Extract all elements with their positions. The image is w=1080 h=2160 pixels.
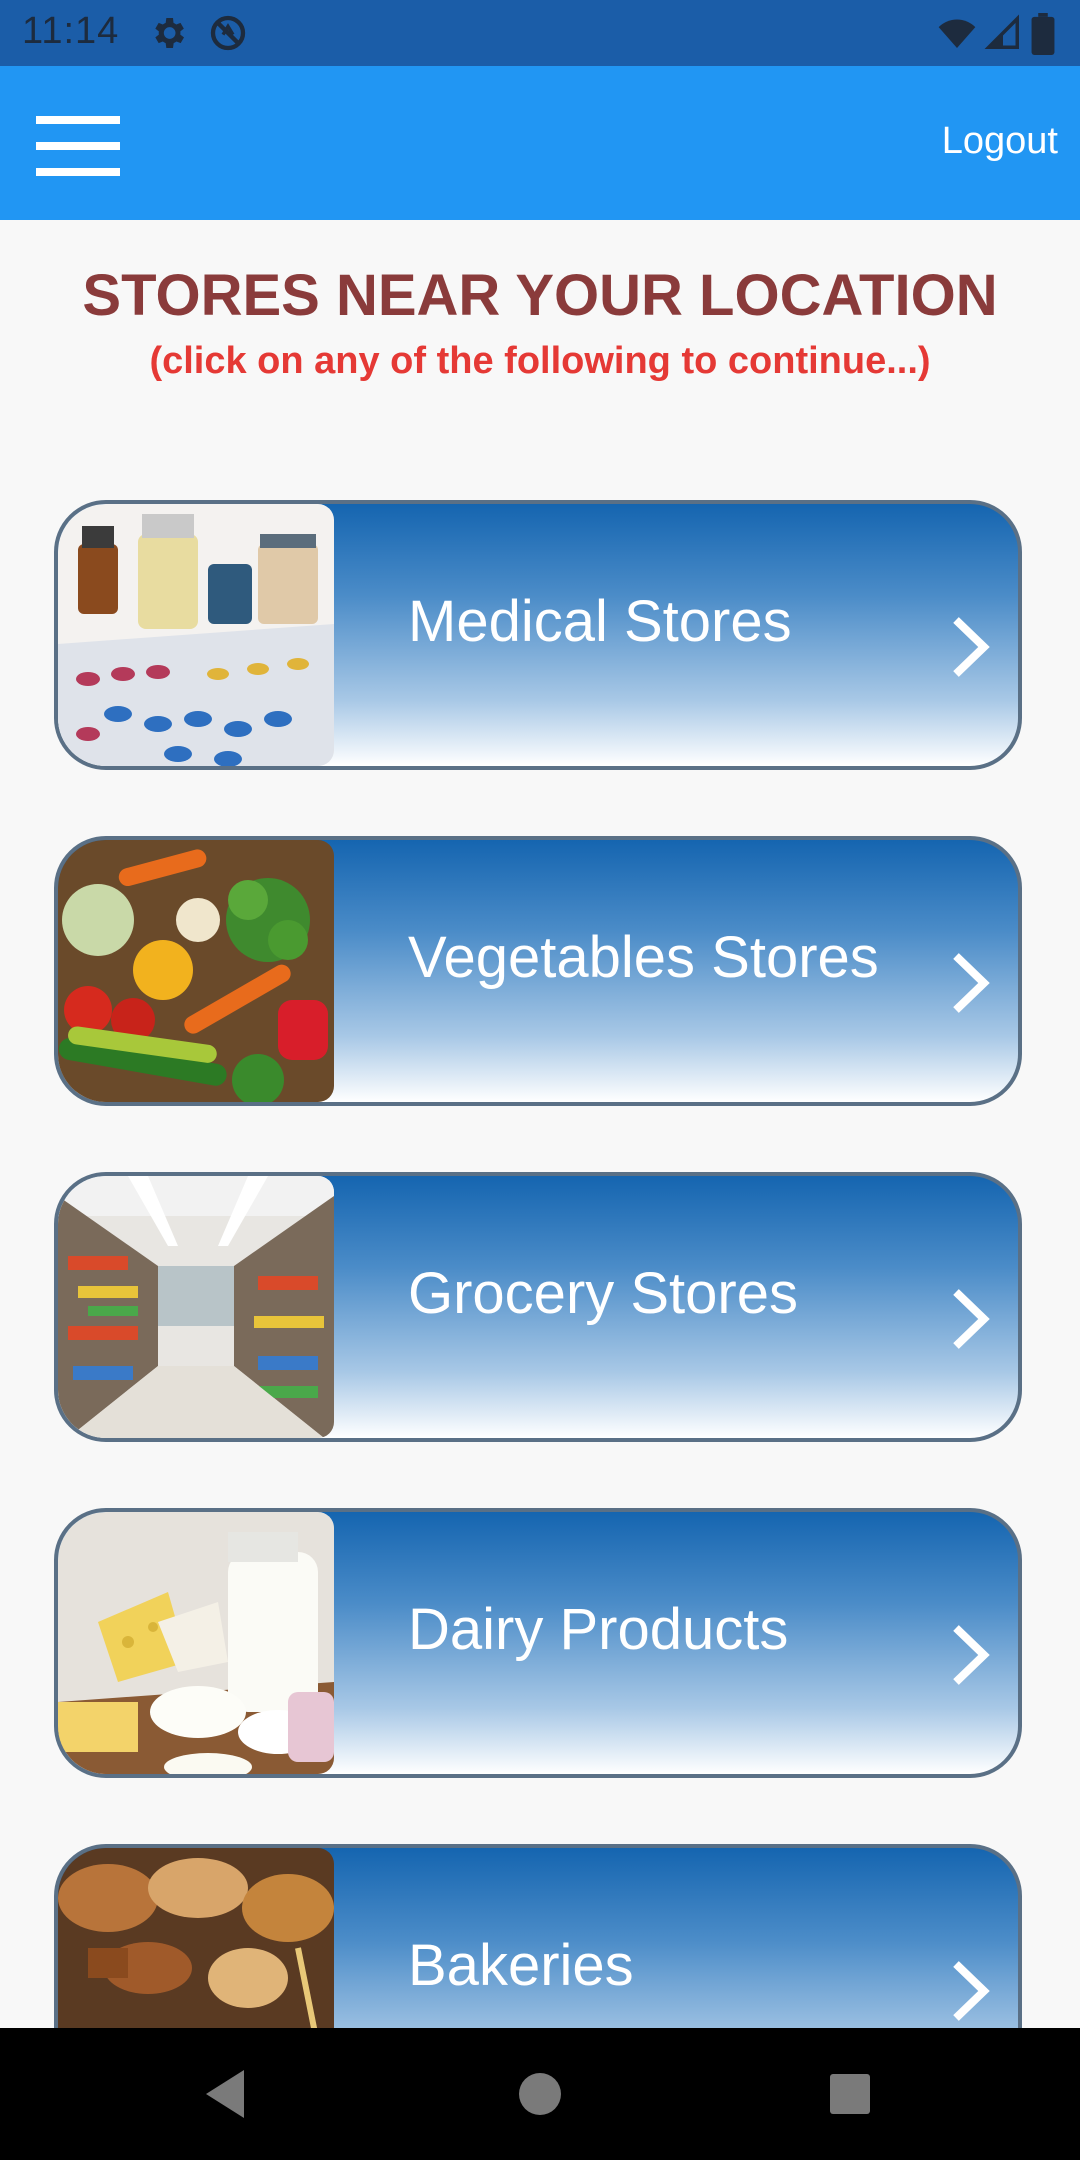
dairy-image (58, 1512, 334, 1774)
chevron-right-icon (953, 617, 990, 677)
grocery-aisle-image (58, 1176, 334, 1438)
medicine-image (58, 504, 334, 766)
store-card-label: Grocery Stores (408, 1261, 798, 1326)
store-card-label: Bakeries (408, 1933, 634, 1998)
home-icon[interactable] (518, 2064, 562, 2124)
store-card-bakeries[interactable]: Bakeries (54, 1844, 1022, 2028)
store-card-dairy[interactable]: Dairy Products (54, 1508, 1022, 1778)
store-card-label: Vegetables Stores (408, 925, 879, 990)
store-card-vegetables[interactable]: Vegetables Stores (54, 836, 1022, 1106)
bread-image (58, 1848, 334, 2028)
store-card-label: Medical Stores (408, 589, 792, 654)
back-icon[interactable] (200, 2064, 250, 2124)
system-navigation-bar (0, 2028, 1080, 2160)
chevron-right-icon (953, 1625, 990, 1685)
vegetables-image (58, 840, 334, 1102)
chevron-right-icon (953, 953, 990, 1013)
chevron-right-icon (953, 1961, 990, 2021)
chevron-right-icon (953, 1289, 990, 1349)
store-card-label: Dairy Products (408, 1597, 789, 1662)
store-list: Medical Stores Vegetables Stores Grocery… (0, 0, 1080, 2028)
store-card-medical[interactable]: Medical Stores (54, 500, 1022, 770)
store-card-grocery[interactable]: Grocery Stores (54, 1172, 1022, 1442)
recents-icon[interactable] (828, 2064, 872, 2124)
